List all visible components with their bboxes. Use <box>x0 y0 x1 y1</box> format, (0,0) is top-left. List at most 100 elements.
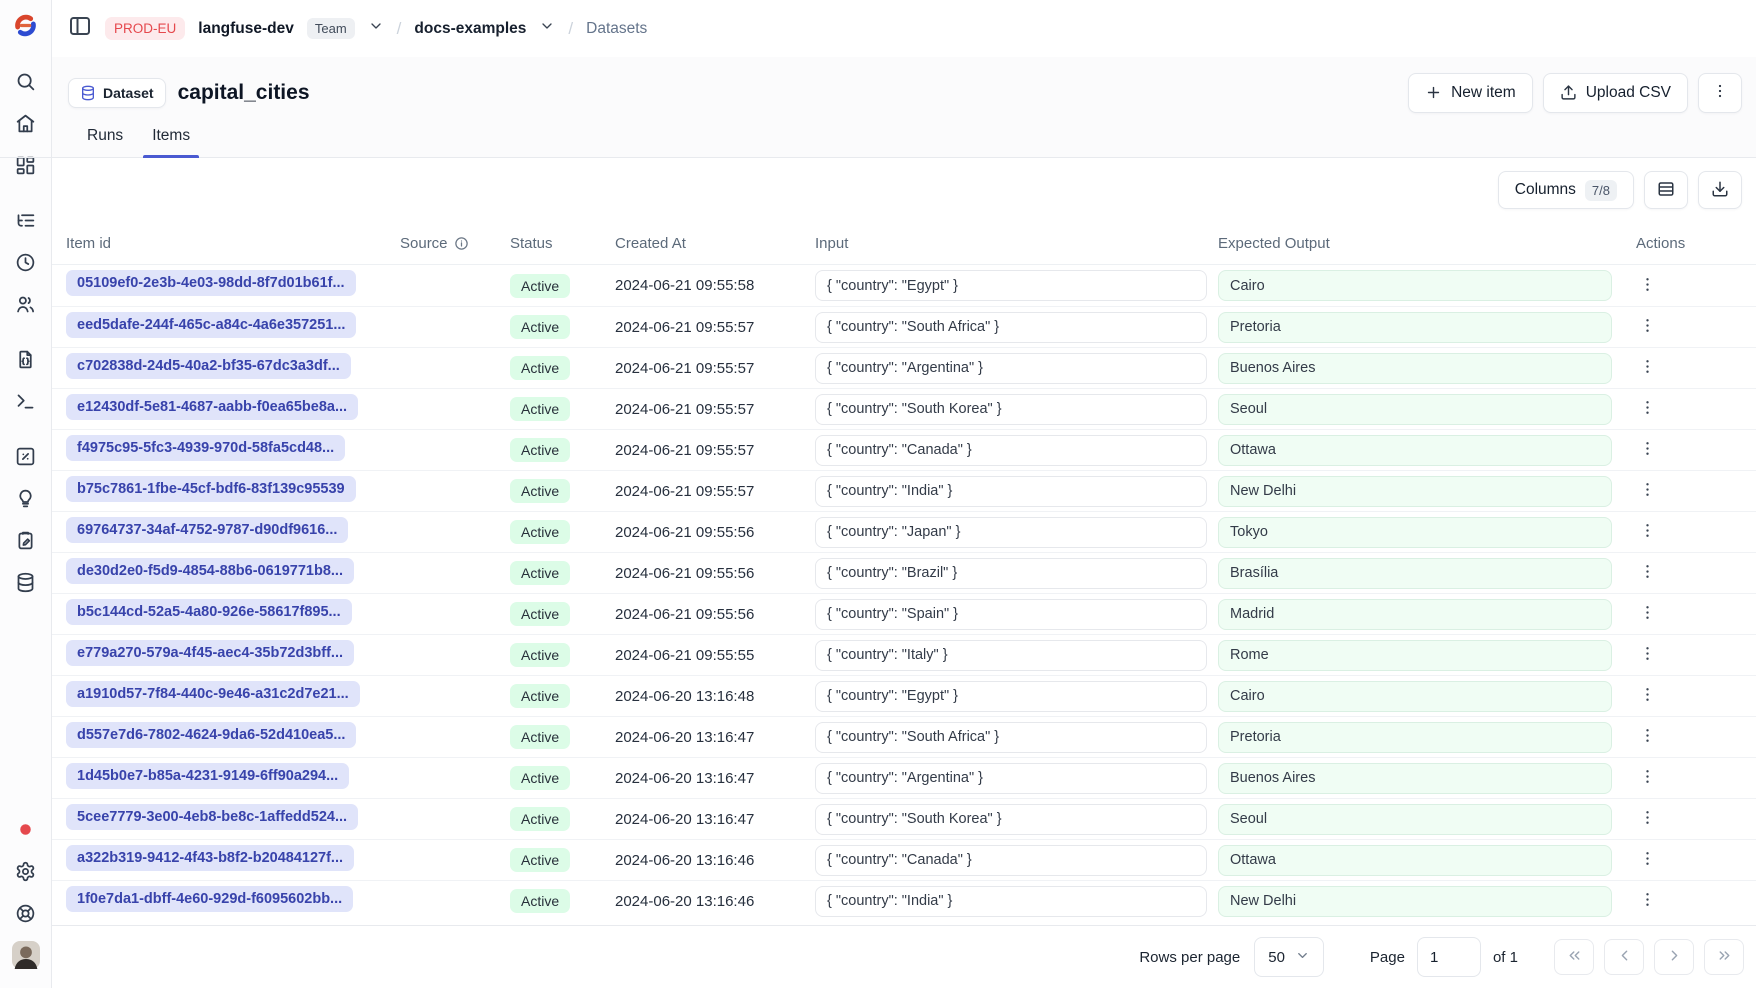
table-row[interactable]: 1f0e7da1-dbff-4e60-929d-f6095602bb... Ac… <box>52 880 1756 921</box>
rows-per-page-select[interactable]: 50 <box>1254 937 1324 977</box>
row-actions-button[interactable] <box>1632 517 1662 547</box>
breadcrumb-section[interactable]: Datasets <box>586 20 647 38</box>
input-cell[interactable]: { "country": "South Africa" } <box>815 722 1207 753</box>
input-cell[interactable]: { "country": "Canada" } <box>815 435 1207 466</box>
expected-output-cell[interactable]: Seoul <box>1218 804 1612 835</box>
row-actions-button[interactable] <box>1632 558 1662 588</box>
input-cell[interactable]: { "country": "India" } <box>815 476 1207 507</box>
export-button[interactable] <box>1698 171 1742 209</box>
col-header-source[interactable]: Source <box>400 235 510 252</box>
expected-output-cell[interactable]: Rome <box>1218 640 1612 671</box>
tab-items[interactable]: Items <box>143 117 199 157</box>
expected-output-cell[interactable]: Pretoria <box>1218 722 1612 753</box>
input-cell[interactable]: { "country": "Argentina" } <box>815 353 1207 384</box>
item-id-link[interactable]: b5c144cd-52a5-4a80-926e-58617f895... <box>66 599 352 625</box>
expected-output-cell[interactable]: New Delhi <box>1218 476 1612 507</box>
expected-output-cell[interactable]: Brasília <box>1218 558 1612 589</box>
item-id-link[interactable]: e779a270-579a-4f45-aec4-35b72d3bff... <box>66 640 354 666</box>
sidebar-item-prompts[interactable] <box>8 341 44 377</box>
table-row[interactable]: f4975c95-5fc3-4939-970d-58fa5cd48... Act… <box>52 429 1756 470</box>
row-actions-button[interactable] <box>1632 476 1662 506</box>
item-id-link[interactable]: de30d2e0-f5d9-4854-88b6-0619771b8... <box>66 558 354 584</box>
upload-csv-button[interactable]: Upload CSV <box>1543 73 1688 113</box>
col-header-expected-output[interactable]: Expected Output <box>1218 235 1628 252</box>
expected-output-cell[interactable]: Pretoria <box>1218 312 1612 343</box>
row-actions-button[interactable] <box>1632 394 1662 424</box>
table-row[interactable]: eed5dafe-244f-465c-a84c-4a6e357251... Ac… <box>52 306 1756 347</box>
expected-output-cell[interactable]: Madrid <box>1218 599 1612 630</box>
sidebar-item-settings[interactable] <box>8 853 44 889</box>
last-page-button[interactable] <box>1704 939 1744 975</box>
sidebar-item-insights[interactable] <box>8 480 44 516</box>
expected-output-cell[interactable]: Buenos Aires <box>1218 353 1612 384</box>
row-actions-button[interactable] <box>1632 804 1662 834</box>
col-header-status[interactable]: Status <box>510 235 615 252</box>
next-page-button[interactable] <box>1654 939 1694 975</box>
col-header-item-id[interactable]: Item id <box>66 235 400 252</box>
langfuse-logo-icon[interactable] <box>13 13 38 38</box>
table-row[interactable]: b5c144cd-52a5-4a80-926e-58617f895... Act… <box>52 593 1756 634</box>
tab-runs[interactable]: Runs <box>78 117 132 157</box>
input-cell[interactable]: { "country": "Italy" } <box>815 640 1207 671</box>
expected-output-cell[interactable]: Seoul <box>1218 394 1612 425</box>
item-id-link[interactable]: 5cee7779-3e00-4eb8-be8c-1affedd524... <box>66 804 358 830</box>
org-name[interactable]: langfuse-dev <box>198 20 294 38</box>
sidebar-item-evaluation[interactable] <box>8 438 44 474</box>
project-switcher-chevron-icon[interactable] <box>539 18 555 39</box>
sidebar-item-search[interactable] <box>8 63 44 99</box>
table-row[interactable]: 05109ef0-2e3b-4e03-98dd-8f7d01b61f... Ac… <box>52 265 1756 306</box>
prev-page-button[interactable] <box>1604 939 1644 975</box>
expected-output-cell[interactable]: Cairo <box>1218 270 1612 301</box>
row-actions-button[interactable] <box>1632 640 1662 670</box>
table-row[interactable]: d557e7d6-7802-4624-9da6-52d410ea5... Act… <box>52 716 1756 757</box>
row-height-button[interactable] <box>1644 171 1688 209</box>
table-row[interactable]: a1910d57-7f84-440c-9e46-a31c2d7e21... Ac… <box>52 675 1756 716</box>
expected-output-cell[interactable]: Buenos Aires <box>1218 763 1612 794</box>
row-actions-button[interactable] <box>1632 722 1662 752</box>
col-header-created-at[interactable]: Created At <box>615 235 815 252</box>
input-cell[interactable]: { "country": "India" } <box>815 886 1207 917</box>
item-id-link[interactable]: 1f0e7da1-dbff-4e60-929d-f6095602bb... <box>66 886 353 912</box>
input-cell[interactable]: { "country": "Spain" } <box>815 599 1207 630</box>
table-row[interactable]: 1d45b0e7-b85a-4231-9149-6ff90a294... Act… <box>52 757 1756 798</box>
input-cell[interactable]: { "country": "South Korea" } <box>815 804 1207 835</box>
expected-output-cell[interactable]: Ottawa <box>1218 845 1612 876</box>
input-cell[interactable]: { "country": "Argentina" } <box>815 763 1207 794</box>
item-id-link[interactable]: f4975c95-5fc3-4939-970d-58fa5cd48... <box>66 435 345 461</box>
item-id-link[interactable]: 69764737-34af-4752-9787-d90df9616... <box>66 517 348 543</box>
table-row[interactable]: 5cee7779-3e00-4eb8-be8c-1affedd524... Ac… <box>52 798 1756 839</box>
sidebar-item-annotation[interactable] <box>8 522 44 558</box>
row-actions-button[interactable] <box>1632 435 1662 465</box>
item-id-link[interactable]: 05109ef0-2e3b-4e03-98dd-8f7d01b61f... <box>66 270 356 296</box>
org-switcher-chevron-icon[interactable] <box>368 18 384 39</box>
row-actions-button[interactable] <box>1632 271 1662 301</box>
table-row[interactable]: c702838d-24d5-40a2-bf35-67dc3a3df... Act… <box>52 347 1756 388</box>
input-cell[interactable]: { "country": "Canada" } <box>815 845 1207 876</box>
project-name[interactable]: docs-examples <box>414 20 526 38</box>
sidebar-item-account[interactable] <box>8 937 44 973</box>
row-actions-button[interactable] <box>1632 845 1662 875</box>
item-id-link[interactable]: a1910d57-7f84-440c-9e46-a31c2d7e21... <box>66 681 360 707</box>
page-number-input[interactable] <box>1417 937 1481 977</box>
sidebar-item-users[interactable] <box>8 286 44 322</box>
dataset-actions-button[interactable] <box>1698 73 1742 113</box>
input-cell[interactable]: { "country": "Japan" } <box>815 517 1207 548</box>
row-actions-button[interactable] <box>1632 886 1662 916</box>
item-id-link[interactable]: 1d45b0e7-b85a-4231-9149-6ff90a294... <box>66 763 349 789</box>
expected-output-cell[interactable]: Cairo <box>1218 681 1612 712</box>
item-id-link[interactable]: a322b319-9412-4f43-b8f2-b20484127f... <box>66 845 354 871</box>
input-cell[interactable]: { "country": "South Korea" } <box>815 394 1207 425</box>
row-actions-button[interactable] <box>1632 763 1662 793</box>
input-cell[interactable]: { "country": "South Africa" } <box>815 312 1207 343</box>
expected-output-cell[interactable]: New Delhi <box>1218 886 1612 917</box>
item-id-link[interactable]: d557e7d6-7802-4624-9da6-52d410ea5... <box>66 722 356 748</box>
first-page-button[interactable] <box>1554 939 1594 975</box>
item-id-link[interactable]: e12430df-5e81-4687-aabb-f0ea65be8a... <box>66 394 358 420</box>
table-row[interactable]: e779a270-579a-4f45-aec4-35b72d3bff... Ac… <box>52 634 1756 675</box>
sidebar-toggle-button[interactable] <box>68 14 92 43</box>
row-actions-button[interactable] <box>1632 681 1662 711</box>
table-row[interactable]: de30d2e0-f5d9-4854-88b6-0619771b8... Act… <box>52 552 1756 593</box>
expected-output-cell[interactable]: Ottawa <box>1218 435 1612 466</box>
table-row[interactable]: a322b319-9412-4f43-b8f2-b20484127f... Ac… <box>52 839 1756 880</box>
new-item-button[interactable]: New item <box>1408 73 1533 113</box>
